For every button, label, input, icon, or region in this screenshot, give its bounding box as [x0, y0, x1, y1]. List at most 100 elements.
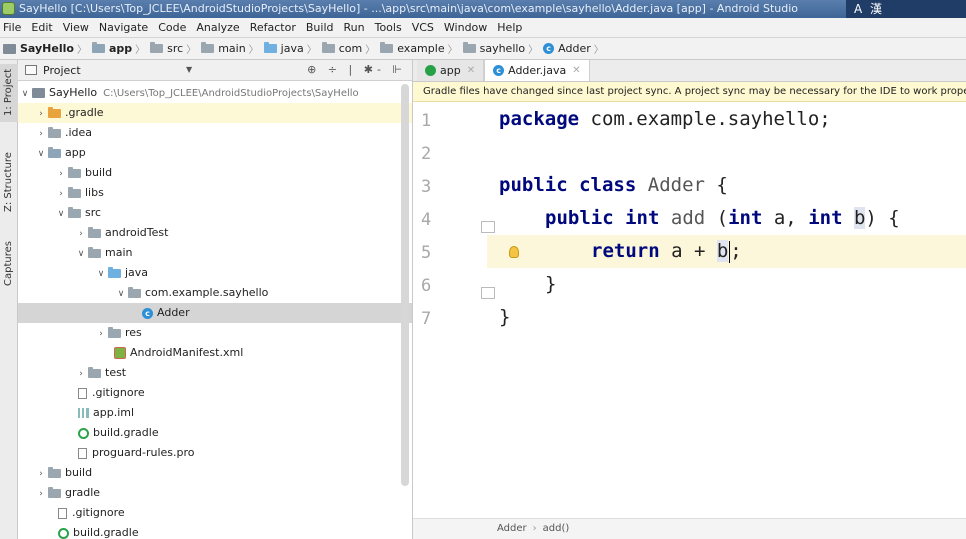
- window-title: SayHello [C:\Users\Top_JCLEE\AndroidStud…: [19, 2, 798, 15]
- project-panel-header: Project ▼ ⊕ ÷ | ✱- ⊩: [18, 60, 412, 81]
- title-bar: SayHello [C:\Users\Top_JCLEE\AndroidStud…: [0, 0, 966, 18]
- code-area[interactable]: 1 2 3 4 5 6 7 package com.example.sayhel…: [413, 103, 966, 518]
- tree-row[interactable]: › gradle: [18, 483, 412, 503]
- tree-row[interactable]: ∨ main: [18, 243, 412, 263]
- tree-row[interactable]: app.iml: [18, 403, 412, 423]
- expanded-arrow-icon[interactable]: ∨: [34, 144, 48, 164]
- chevron-right-icon: 〉: [593, 45, 604, 56]
- tree-row[interactable]: ∨ src: [18, 203, 412, 223]
- gradle-sync-banner: Gradle files have changed since last pro…: [413, 82, 966, 102]
- tree-row[interactable]: ∨ java: [18, 263, 412, 283]
- menu-navigate[interactable]: Navigate: [99, 21, 148, 34]
- chevron-right-icon: 〉: [76, 45, 87, 56]
- expanded-arrow-icon[interactable]: ∨: [54, 204, 68, 224]
- tree-row[interactable]: AndroidManifest.xml: [18, 343, 412, 363]
- tree-row-root[interactable]: ∨ SayHello C:\Users\Top_JCLEE\AndroidStudi…: [18, 83, 412, 103]
- menu-help[interactable]: Help: [497, 21, 522, 34]
- crumb-main[interactable]: main 〉: [201, 41, 261, 56]
- crumb-app[interactable]: app 〉: [91, 41, 148, 56]
- tree-row[interactable]: .gitignore: [18, 383, 412, 403]
- dropdown-arrow-icon[interactable]: ▼: [186, 65, 192, 74]
- close-icon[interactable]: ✕: [572, 65, 580, 76]
- crumb-example[interactable]: example 〉: [380, 41, 460, 56]
- structure-tool-tab[interactable]: Z: Structure: [0, 146, 18, 218]
- crumb-project[interactable]: SayHello 〉: [3, 41, 90, 56]
- tree-row[interactable]: › .idea: [18, 123, 412, 143]
- menu-window[interactable]: Window: [444, 21, 487, 34]
- tree-row[interactable]: › test: [18, 363, 412, 383]
- tree-row[interactable]: › androidTest: [18, 223, 412, 243]
- crumb-adder[interactable]: c Adder 〉: [543, 41, 607, 56]
- tree-row[interactable]: › build: [18, 463, 412, 483]
- tab-adder-java[interactable]: c Adder.java ✕: [484, 60, 590, 81]
- menu-view[interactable]: View: [63, 21, 89, 34]
- project-icon: [32, 88, 45, 98]
- expanded-arrow-icon[interactable]: ∨: [114, 284, 128, 304]
- folder-icon: [150, 42, 164, 53]
- folder-icon: [88, 226, 101, 238]
- tree-row[interactable]: .gitignore: [18, 503, 412, 523]
- project-view-selector[interactable]: Project: [43, 64, 81, 77]
- crumb-com[interactable]: com 〉: [321, 41, 379, 56]
- breadcrumb-class[interactable]: Adder: [497, 523, 527, 534]
- tree-row[interactable]: ∨ app: [18, 143, 412, 163]
- ime-indicator[interactable]: A 漢: [846, 0, 966, 18]
- menu-code[interactable]: Code: [158, 21, 186, 34]
- collapsed-arrow-icon[interactable]: ›: [74, 364, 88, 384]
- editor: app ✕ c Adder.java ✕ Gradle files have chan…: [413, 60, 966, 539]
- collapsed-arrow-icon[interactable]: ›: [34, 124, 48, 144]
- collapsed-arrow-icon[interactable]: ›: [34, 464, 48, 484]
- tree-row[interactable]: › libs: [18, 183, 412, 203]
- project-view-icon: [25, 65, 37, 75]
- android-studio-icon: [2, 2, 15, 15]
- close-icon[interactable]: ✕: [467, 65, 475, 76]
- collapsed-arrow-icon[interactable]: ›: [34, 104, 48, 124]
- gradle-icon: [58, 527, 69, 539]
- menu-refactor[interactable]: Refactor: [250, 21, 296, 34]
- tree-row[interactable]: › res: [18, 323, 412, 343]
- source-folder-icon: [263, 42, 277, 53]
- module-folder-icon: [48, 146, 61, 158]
- tab-app[interactable]: app ✕: [417, 60, 485, 81]
- collapsed-arrow-icon[interactable]: ›: [74, 224, 88, 244]
- collapsed-arrow-icon[interactable]: ›: [34, 484, 48, 504]
- tree-row[interactable]: › .gradle: [18, 103, 412, 123]
- module-icon: [425, 65, 436, 76]
- expanded-arrow-icon[interactable]: ∨: [94, 264, 108, 284]
- collapsed-arrow-icon[interactable]: ›: [54, 164, 68, 184]
- tree-row[interactable]: build.gradle: [18, 523, 412, 539]
- folder-icon: [48, 486, 61, 498]
- tree-row[interactable]: proguard-rules.pro: [18, 443, 412, 463]
- crumb-sayhello[interactable]: sayhello 〉: [462, 41, 542, 56]
- collapsed-arrow-icon[interactable]: ›: [94, 324, 108, 344]
- expanded-arrow-icon[interactable]: ∨: [18, 84, 32, 104]
- folder-icon: [48, 126, 61, 138]
- menu-vcs[interactable]: VCS: [412, 21, 434, 34]
- vertical-scrollbar[interactable]: [401, 84, 409, 486]
- project-tool-tab[interactable]: 1: Project: [0, 64, 18, 122]
- menu-edit[interactable]: Edit: [31, 21, 52, 34]
- breadcrumb-method[interactable]: add(): [543, 523, 570, 534]
- collapsed-arrow-icon[interactable]: ›: [54, 184, 68, 204]
- crumb-java[interactable]: java 〉: [263, 41, 320, 56]
- crumb-src[interactable]: src 〉: [150, 41, 199, 56]
- tree-row[interactable]: ∨ com.example.sayhello: [18, 283, 412, 303]
- tree-row-selected[interactable]: c Adder: [18, 303, 412, 323]
- project-panel-tools[interactable]: ⊕ ÷ | ✱- ⊩: [307, 63, 406, 76]
- menu-run[interactable]: Run: [344, 21, 365, 34]
- menu-bar: File Edit View Navigate Code Analyze Ref…: [0, 18, 966, 37]
- tree-row[interactable]: › build: [18, 163, 412, 183]
- menu-analyze[interactable]: Analyze: [196, 21, 239, 34]
- expanded-arrow-icon[interactable]: ∨: [74, 244, 88, 264]
- menu-file[interactable]: File: [3, 21, 21, 34]
- chevron-right-icon: 〉: [186, 45, 197, 56]
- package-icon: [321, 42, 335, 53]
- captures-tool-tab[interactable]: Captures: [0, 230, 18, 292]
- text-file-icon: [58, 507, 67, 519]
- class-icon: c: [493, 65, 505, 76]
- menu-build[interactable]: Build: [306, 21, 334, 34]
- code-line-1: package com.example.sayhello;: [499, 108, 831, 130]
- tree-row[interactable]: build.gradle: [18, 423, 412, 443]
- chevron-right-icon: 〉: [447, 45, 458, 56]
- menu-tools[interactable]: Tools: [375, 21, 402, 34]
